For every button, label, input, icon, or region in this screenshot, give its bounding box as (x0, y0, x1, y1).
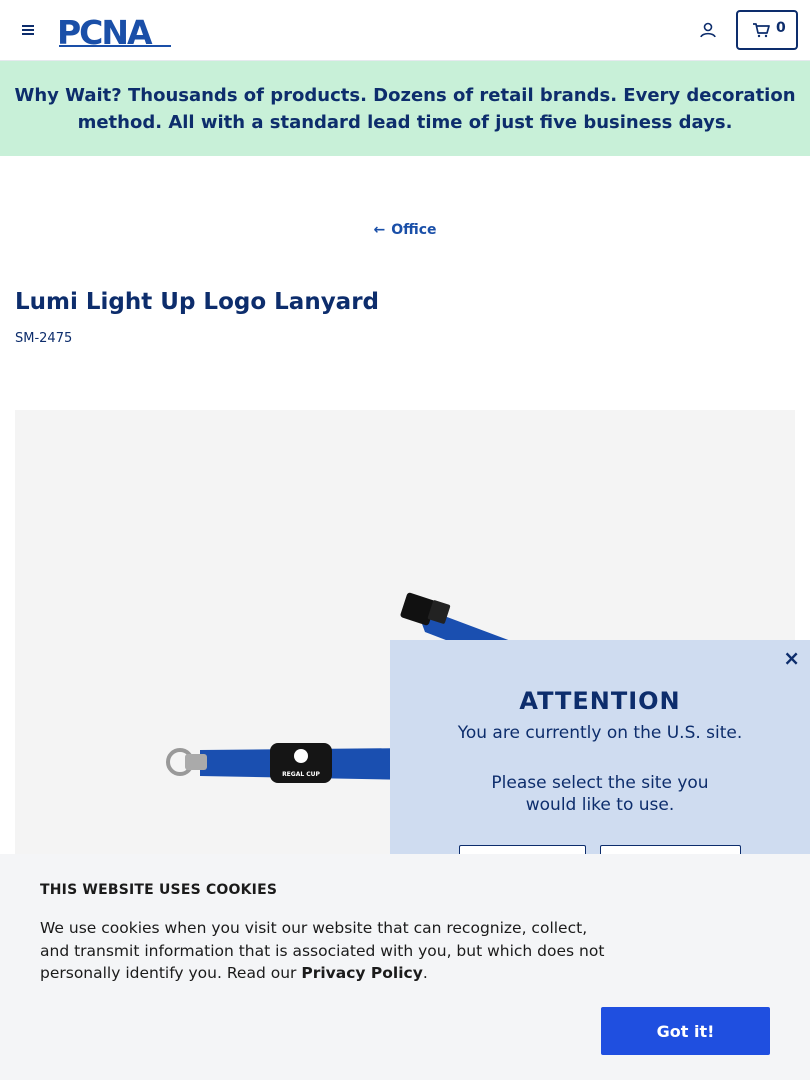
menu-icon[interactable] (17, 20, 39, 40)
promo-text: Why Wait? Thousands of products. Dozens … (14, 82, 796, 136)
cookie-title: THIS WEBSITE USES COOKIES (40, 882, 278, 898)
arrow-left-icon: ← (373, 222, 386, 238)
cookie-banner: THIS WEBSITE USES COOKIES We use cookies… (0, 854, 810, 1080)
cart-button[interactable]: 0 (736, 10, 798, 50)
promo-lead: Why Wait? (14, 84, 122, 106)
breadcrumb: ← Office (0, 222, 810, 238)
modal-instruction-text: Please select the site you would like to… (491, 773, 709, 815)
svg-text:REGAL CUP: REGAL CUP (282, 771, 320, 778)
pcna-logo[interactable]: PCNA (57, 13, 177, 52)
modal-current-site-text: You are currently on the U.S. site. (457, 723, 743, 743)
accept-cookies-button[interactable]: Got it! (601, 1007, 770, 1055)
product-sku: SM-2475 (15, 331, 73, 346)
svg-text:PCNA: PCNA (57, 14, 153, 48)
promo-message: Thousands of products. Dozens of retail … (77, 84, 796, 133)
close-icon[interactable]: × (783, 646, 800, 670)
cart-count: 0 (776, 20, 786, 36)
product-title: Lumi Light Up Logo Lanyard (15, 289, 380, 315)
promo-banner: Why Wait? Thousands of products. Dozens … (0, 61, 810, 156)
account-icon[interactable] (698, 20, 718, 40)
privacy-policy-link[interactable]: Privacy Policy (301, 964, 423, 982)
modal-title: ATTENTION (519, 687, 681, 715)
cookie-period: . (422, 964, 428, 982)
back-to-category-link[interactable]: ← Office (373, 222, 436, 238)
back-link-label: Office (391, 222, 437, 238)
cookie-text: We use cookies when you visit our websit… (40, 917, 620, 985)
site-header: PCNA 0 (0, 0, 810, 61)
cart-icon (753, 23, 770, 38)
